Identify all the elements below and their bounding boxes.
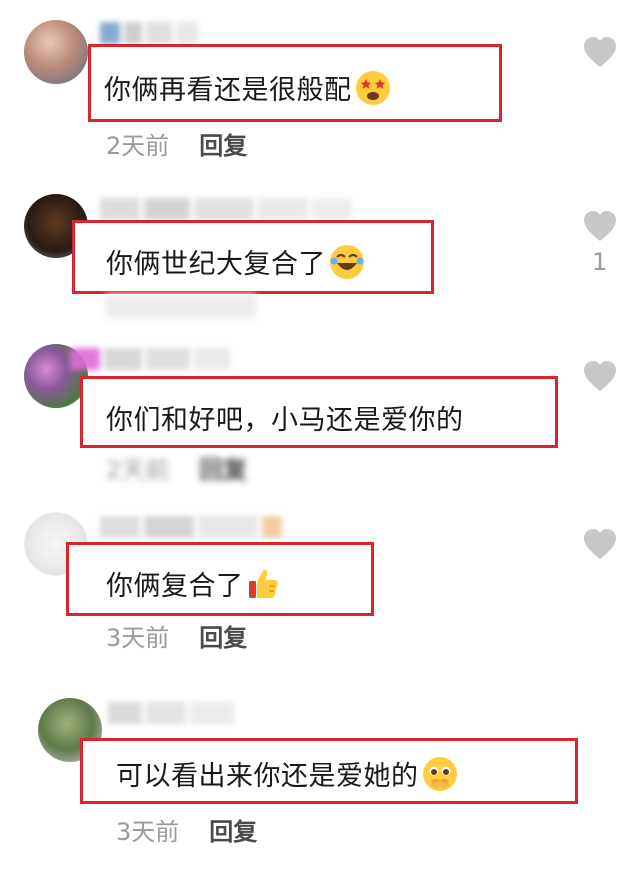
reply-button[interactable]: 回复 [199, 456, 247, 484]
comment-time: 2天前 [106, 456, 170, 484]
username-blurred[interactable] [70, 348, 250, 374]
comment-meta: 2天前 回复 [106, 450, 247, 485]
comment-time: 3天前 [106, 624, 170, 652]
comment-meta: 3天前 回复 [116, 812, 257, 847]
comment-text: 你俩再看还是很般配 [104, 68, 392, 114]
comment-item: 你俩世纪大复合了 1 [0, 172, 640, 330]
comment-text: 你俩世纪大复合了 [106, 242, 366, 288]
comment-item: 可以看出来你还是爱她的 3天前 回复 [0, 674, 640, 872]
reply-button[interactable]: 回复 [209, 818, 257, 846]
like-heart-icon[interactable] [583, 360, 617, 392]
comment-text-content: 可以看出来你还是爱她的 [116, 761, 419, 792]
username-blurred[interactable] [108, 702, 268, 728]
username-blurred[interactable] [100, 516, 320, 542]
comment-meta: 2天前 回复 [106, 126, 247, 161]
comment-text-content: 你俩再看还是很般配 [104, 75, 352, 106]
comment-text: 你俩复合了 [106, 564, 282, 609]
comment-time: 2天前 [106, 132, 170, 160]
pleading-face-icon [421, 755, 459, 800]
comment-meta-blurred [106, 294, 256, 318]
star-eyes-icon [354, 69, 392, 114]
comment-time: 3天前 [116, 818, 180, 846]
comment-text-content: 你们和好吧，小马还是爱你的 [106, 405, 464, 436]
like-heart-icon[interactable] [583, 210, 617, 242]
reply-button[interactable]: 回复 [199, 132, 247, 160]
comment-meta: 3天前 回复 [106, 618, 247, 653]
thumbs-up-icon [246, 566, 282, 609]
like-heart-icon[interactable] [583, 528, 617, 560]
comment-text-content: 你俩世纪大复合了 [106, 249, 326, 280]
comment-text-content: 你俩复合了 [106, 571, 244, 602]
comment-item: 你们和好吧，小马还是爱你的 2天前 回复 [0, 330, 640, 498]
reply-button[interactable]: 回复 [199, 624, 247, 652]
like-heart-icon[interactable] [583, 36, 617, 68]
avatar[interactable] [24, 20, 88, 84]
comment-text: 你们和好吧，小马还是爱你的 [106, 398, 464, 437]
comment-item: 你俩再看还是很般配 2天前 回复 [0, 0, 640, 172]
laughing-tears-icon [328, 243, 366, 288]
comment-item: 你俩复合了 3天前 回复 [0, 498, 640, 674]
comment-text: 可以看出来你还是爱她的 [116, 754, 459, 800]
like-count: 1 [592, 248, 608, 276]
